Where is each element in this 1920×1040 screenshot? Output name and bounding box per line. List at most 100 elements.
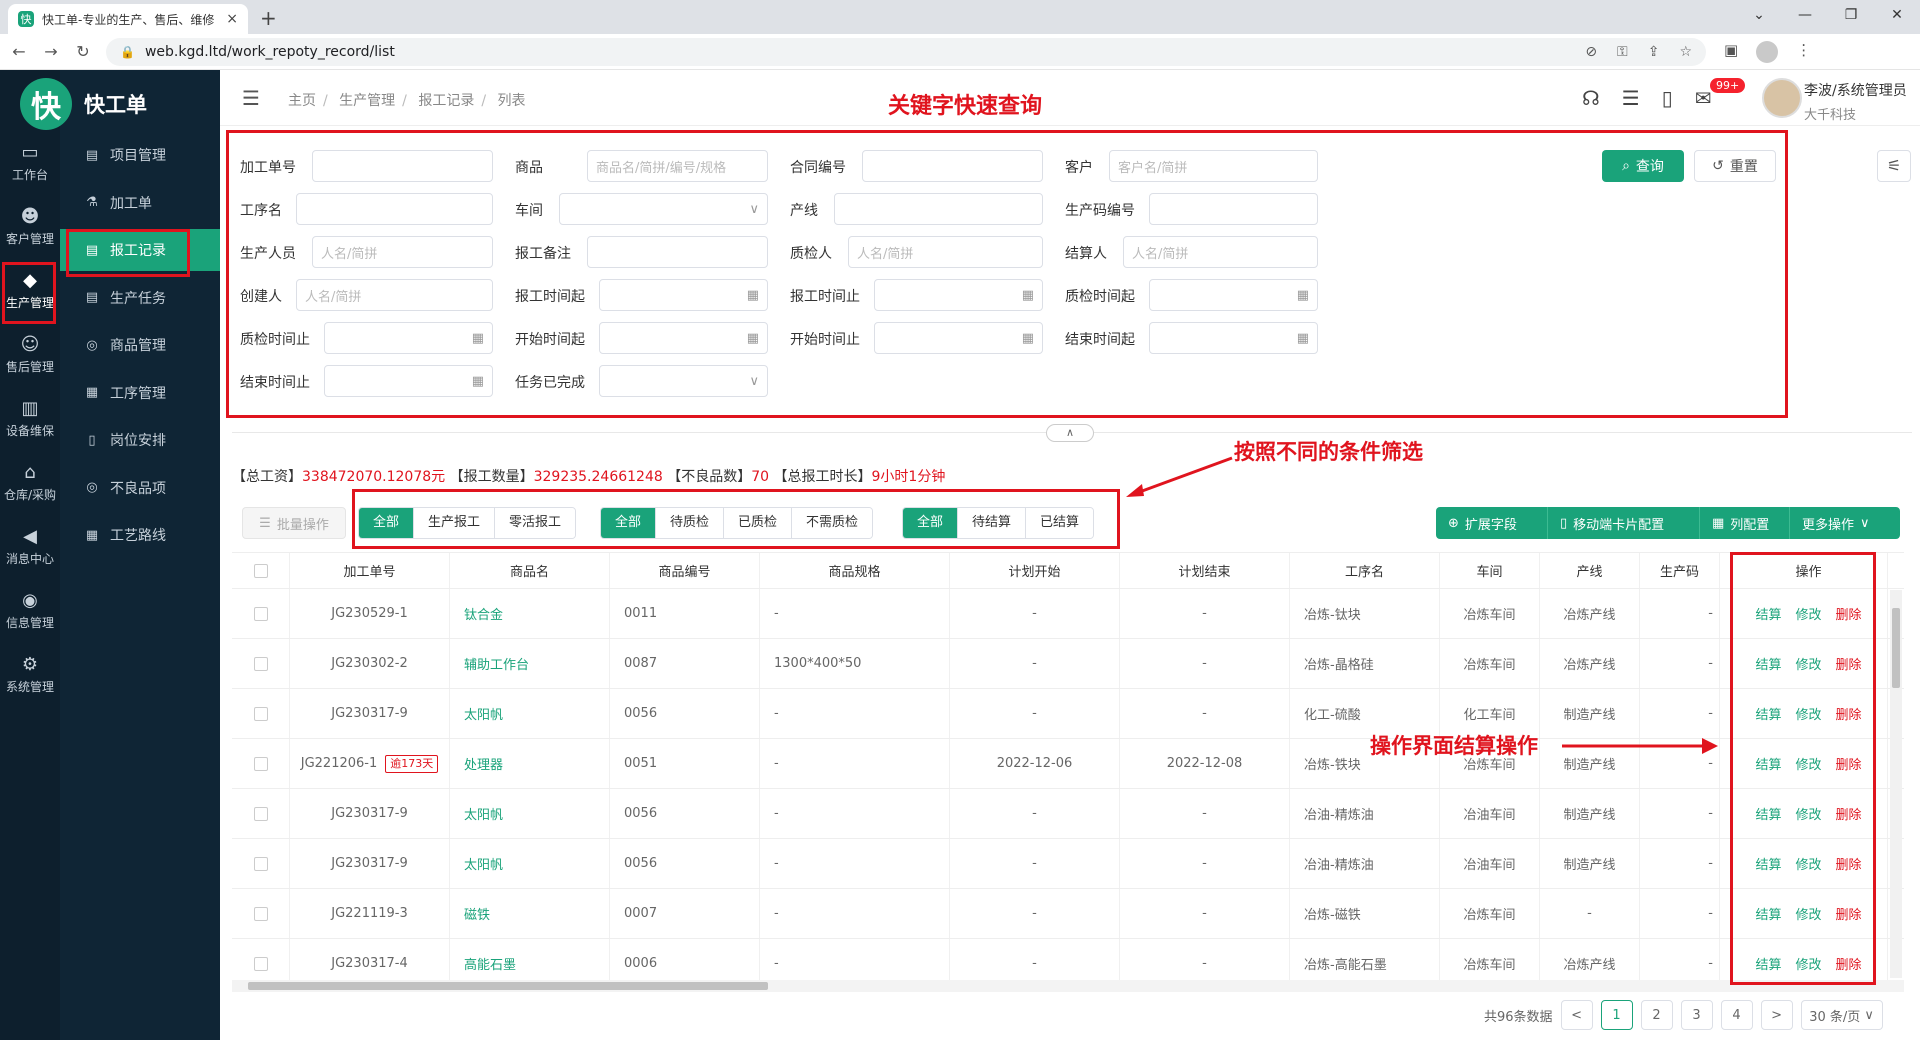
order-no[interactable]: JG230529-1 bbox=[331, 606, 408, 621]
cell-name-value[interactable]: 太阳帆 bbox=[464, 704, 503, 723]
row-checkbox[interactable] bbox=[253, 906, 268, 921]
cell-code-value: 0087 bbox=[624, 656, 658, 671]
hscroll-thumb[interactable] bbox=[248, 982, 768, 990]
order-no[interactable]: JG230317-9 bbox=[331, 806, 408, 821]
order-no[interactable]: JG230302-2 bbox=[331, 656, 408, 671]
rail-item-label: 客户管理 bbox=[5, 232, 54, 246]
select-all-checkbox[interactable] bbox=[253, 563, 268, 578]
headset-icon[interactable]: ☊ bbox=[1582, 86, 1600, 110]
avatar[interactable] bbox=[1762, 78, 1802, 118]
tab-list-icon[interactable]: ⌄ bbox=[1736, 0, 1782, 30]
submenu-item-5[interactable]: ▦ 工序管理 bbox=[60, 372, 220, 414]
order-no[interactable]: JG230317-4 bbox=[331, 956, 408, 971]
notice-icon[interactable]: ☰ bbox=[1622, 86, 1640, 110]
vscroll-thumb[interactable] bbox=[1892, 608, 1900, 688]
collapse-menu-icon[interactable]: ☰ bbox=[242, 86, 260, 110]
close-window-icon[interactable]: ✕ bbox=[1874, 0, 1920, 30]
tab-close-icon[interactable]: × bbox=[226, 11, 238, 27]
page-4[interactable]: 4 bbox=[1720, 1000, 1753, 1030]
restore-icon[interactable]: ❐ bbox=[1828, 0, 1874, 30]
rail-item-7[interactable]: ◉ 信息管理 bbox=[0, 590, 60, 631]
rail-item-1[interactable]: ☻ 客户管理 bbox=[0, 206, 60, 247]
cell-pc: - bbox=[1640, 589, 1720, 638]
summary-time-key: 【总报工时长】 bbox=[773, 469, 872, 485]
rail-item-4[interactable]: ▥ 设备维保 bbox=[0, 398, 60, 439]
profile-icon[interactable] bbox=[1756, 40, 1779, 63]
horizontal-scrollbar[interactable] bbox=[232, 980, 1904, 992]
row-checkbox[interactable] bbox=[253, 806, 268, 821]
row-checkbox[interactable] bbox=[253, 956, 268, 971]
breadcrumb-report[interactable]: 报工记录 bbox=[418, 93, 474, 109]
submenu-item-7[interactable]: ◎ 不良品项 bbox=[60, 467, 220, 509]
toolbar-button-1[interactable]: ▯ 移动端卡片配置 bbox=[1548, 507, 1700, 539]
page-1[interactable]: 1 bbox=[1600, 1000, 1633, 1030]
back-icon[interactable]: ← bbox=[6, 42, 32, 61]
rail-item-0[interactable]: ▭ 工作台 bbox=[0, 142, 60, 183]
submenu-item-4[interactable]: ◎ 商品管理 bbox=[60, 324, 220, 366]
collapse-filter-button[interactable]: ∧ bbox=[1046, 424, 1094, 442]
cell-name-value[interactable]: 太阳帆 bbox=[464, 854, 503, 873]
table-row: JG221119-3 磁铁 0007- - - 冶炼-磁铁 冶炼车间 - - 结算 修改 删除 bbox=[232, 889, 1904, 939]
user-name[interactable]: 李波/系统管理员 bbox=[1804, 80, 1907, 100]
toolbar-button-2[interactable]: ▦ 列配置 bbox=[1700, 507, 1790, 539]
rail-item-5[interactable]: ⌂ 仓库/采购 bbox=[0, 462, 60, 503]
row-checkbox[interactable] bbox=[253, 856, 268, 871]
toolbar-button-0[interactable]: ⊕ 扩展字段 bbox=[1436, 507, 1548, 539]
menu-kebab-icon[interactable]: ⋮ bbox=[1796, 41, 1811, 63]
page-size-select[interactable]: 30 条/页 ∨ bbox=[1800, 1000, 1883, 1030]
new-tab-button[interactable]: + bbox=[260, 6, 277, 30]
batch-button[interactable]: ☰ 批量操作 bbox=[242, 507, 346, 539]
submenu-item-6[interactable]: ▯ 岗位安排 bbox=[60, 419, 220, 461]
order-no[interactable]: JG221206-1 bbox=[301, 756, 378, 771]
submenu-item-8[interactable]: ▦ 工艺路线 bbox=[60, 514, 220, 556]
toolbar-button-3[interactable]: 更多操作 ∨ bbox=[1790, 507, 1900, 539]
page-3[interactable]: 3 bbox=[1680, 1000, 1713, 1030]
message-icon[interactable]: ✉ bbox=[1695, 86, 1712, 110]
key-icon[interactable]: ⚿ bbox=[1617, 44, 1628, 60]
row-checkbox[interactable] bbox=[253, 656, 268, 671]
cell-name-value[interactable]: 钛合金 bbox=[464, 604, 503, 623]
filter-settings-icon[interactable]: ⚟ bbox=[1877, 150, 1911, 182]
prev-page-button[interactable]: < bbox=[1560, 1000, 1593, 1030]
book-icon[interactable]: ▯ bbox=[1662, 86, 1673, 110]
breadcrumb-production[interactable]: 生产管理 bbox=[339, 93, 395, 109]
rail-item-6[interactable]: ◀ 消息中心 bbox=[0, 526, 60, 567]
submenu-item-1[interactable]: ⚗ 加工单 bbox=[60, 182, 220, 224]
annotation-arrow-settle bbox=[1562, 738, 1718, 754]
breadcrumb-home[interactable]: 主页 bbox=[288, 93, 316, 109]
reload-icon[interactable]: ↻ bbox=[70, 42, 96, 61]
row-checkbox[interactable] bbox=[253, 706, 268, 721]
rail-item-3[interactable]: ☺ 售后管理 bbox=[0, 334, 60, 375]
vertical-scrollbar[interactable] bbox=[1890, 590, 1902, 978]
next-page-button[interactable]: > bbox=[1760, 1000, 1793, 1030]
cell-code-value: 0007 bbox=[624, 906, 658, 921]
cell-start: 2022-12-06 bbox=[950, 739, 1120, 788]
order-no[interactable]: JG230317-9 bbox=[331, 856, 408, 871]
row-checkbox[interactable] bbox=[253, 756, 268, 771]
rail-item-8[interactable]: ⚙ 系统管理 bbox=[0, 654, 60, 695]
minimize-icon[interactable]: — bbox=[1782, 0, 1828, 30]
share-icon[interactable]: ⇪ bbox=[1648, 44, 1660, 60]
cell-line-value: 冶炼产线 bbox=[1563, 658, 1616, 673]
cell-name-value[interactable]: 辅助工作台 bbox=[464, 654, 529, 673]
submenu-item-label: 生产任务 bbox=[110, 290, 166, 307]
cell-name-value[interactable]: 处理器 bbox=[464, 754, 503, 773]
sidepanel-icon[interactable]: ▣ bbox=[1724, 41, 1738, 63]
order-no[interactable]: JG221119-3 bbox=[331, 906, 408, 921]
browser-tab[interactable]: 快 快工单-专业的生产、售后、维修 × bbox=[8, 4, 248, 34]
cell-code: 0056 bbox=[610, 789, 760, 838]
submenu-item-0[interactable]: ▤ 项目管理 bbox=[60, 134, 220, 176]
cell-name-value[interactable]: 太阳帆 bbox=[464, 804, 503, 823]
order-no[interactable]: JG230317-9 bbox=[331, 706, 408, 721]
address-bar[interactable]: 🔒 web.kgd.ltd/work_repoty_record/list ⊘ … bbox=[106, 37, 1706, 66]
row-checkbox[interactable] bbox=[253, 606, 268, 621]
page-2[interactable]: 2 bbox=[1640, 1000, 1673, 1030]
cell-proc-value: 化工-硫酸 bbox=[1304, 708, 1361, 723]
submenu-item-3[interactable]: ▤ 生产任务 bbox=[60, 277, 220, 319]
cell-name-value[interactable]: 磁铁 bbox=[464, 904, 490, 923]
forward-icon[interactable]: → bbox=[38, 42, 64, 61]
cell-shop-value: 冶炼车间 bbox=[1463, 958, 1516, 973]
cell-name-value[interactable]: 高能石墨 bbox=[464, 954, 516, 973]
bookmark-star-icon[interactable]: ☆ bbox=[1679, 44, 1692, 60]
blocked-icon[interactable]: ⊘ bbox=[1585, 44, 1597, 60]
